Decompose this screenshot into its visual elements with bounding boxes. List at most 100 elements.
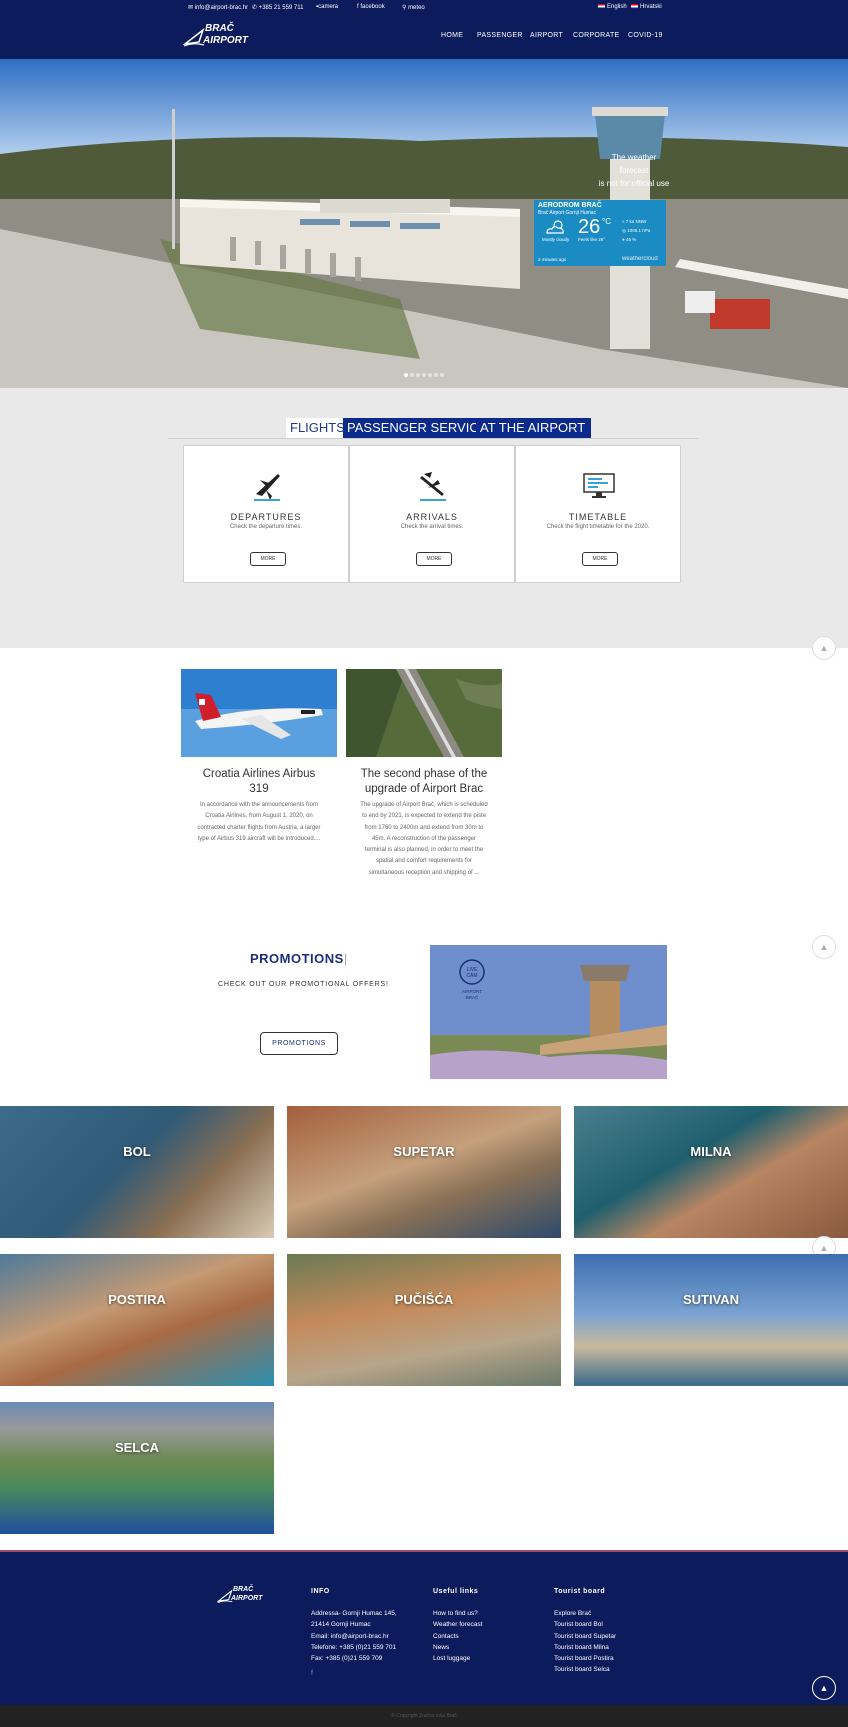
plane-logo-icon: [183, 27, 205, 47]
destination-bol[interactable]: BOL: [0, 1106, 274, 1238]
weather-station: AERODROM BRAČ: [538, 202, 602, 209]
destination-milna[interactable]: MILNA: [574, 1106, 848, 1238]
nav-covid[interactable]: COVID-19: [628, 32, 663, 39]
footer-link-contacts[interactable]: Contacts: [433, 1633, 459, 1640]
slider-dot-3[interactable]: [416, 373, 420, 377]
slider-dot-6[interactable]: [434, 373, 438, 377]
lang-english[interactable]: English: [598, 4, 627, 10]
email-text: info@airport-brac.hr: [194, 5, 249, 11]
meteo-link[interactable]: ⚲ meteo: [402, 4, 425, 11]
footer-email[interactable]: Email: info@airport-brac.hr: [311, 1633, 389, 1640]
weather-disclaimer-line2: is not for official use: [598, 179, 670, 188]
nav-corporate[interactable]: CORPORATE: [573, 32, 620, 39]
facebook-link[interactable]: f facebook: [357, 4, 385, 10]
weather-pressure-value: 1005.1 hPa: [627, 228, 651, 233]
slider-dot-2[interactable]: [410, 373, 414, 377]
weather-humidity-value: 45 %: [625, 237, 637, 242]
promotions-subtitle: CHECK OUT OUR PROMOTIONAL OFFERS!: [218, 981, 389, 988]
card-departures: DEPARTURES Check the departure times. MO…: [183, 445, 349, 583]
footer-tourist-bol[interactable]: Tourist board Bol: [554, 1621, 603, 1628]
destination-supetar[interactable]: SUPETAR: [287, 1106, 561, 1238]
scroll-top-icon[interactable]: ▲: [812, 636, 836, 660]
news-upgrade-line: to end by 2021, is expected to extend th…: [361, 813, 487, 820]
logo-line1: BRAČ: [205, 23, 234, 34]
promotions-title: PROMOTIONS|: [250, 951, 348, 966]
news-title-upgrade[interactable]: The second phase of the upgrade of Airpor…: [346, 767, 502, 797]
footer-link-find-us[interactable]: How to find us?: [433, 1610, 478, 1617]
destination-sutivan[interactable]: SUTIVAN: [574, 1254, 848, 1386]
tab-flights[interactable]: FLIGHTS: [286, 418, 349, 438]
news-airbus-line: In accordance with the announcements fro…: [199, 802, 319, 808]
site-logo[interactable]: BRAČ AIRPORT: [183, 22, 249, 50]
tab-at-the-airport[interactable]: AT THE AIRPORT: [476, 418, 592, 438]
nav-airport[interactable]: AIRPORT: [530, 32, 563, 39]
footer-telephone: Telefone: +385 (0)21 559 701: [311, 1643, 397, 1651]
phone-link[interactable]: ✆ +385 21 559 711: [252, 4, 303, 11]
slider-dot-5[interactable]: [428, 373, 432, 377]
slider-dot-7[interactable]: [440, 373, 444, 377]
email-link[interactable]: ✉ info@airport-brac.hr: [188, 4, 248, 11]
copyright-bar: © Copyright Zračna luka Brač: [0, 1705, 848, 1727]
footer-tourist-postira[interactable]: Tourist board Postira: [554, 1655, 614, 1662]
news-title-airbus-line2: 319: [249, 783, 269, 795]
destination-selca-label: SELCA: [114, 1440, 160, 1455]
footer-logo[interactable]: BRAČ AIRPORT: [217, 1586, 267, 1608]
footer-info: Addressa- Gornji Humac 145, 21414 Gornji…: [311, 1608, 397, 1664]
footer-facebook-icon[interactable]: f: [311, 1670, 313, 1677]
card-arrivals-desc: Check the arrival times.: [400, 524, 464, 530]
promotions-button[interactable]: PROMOTIONS: [260, 1032, 338, 1055]
footer-logo-line1: BRAČ: [233, 1586, 254, 1593]
destination-pucisca-label: PUČIŠĆA: [394, 1292, 454, 1307]
news-airbus-line: type of Airbus 319 aircraft will be intr…: [197, 835, 321, 842]
nav-passenger[interactable]: PASSENGER: [477, 32, 523, 39]
nav-home[interactable]: HOME: [441, 32, 463, 39]
news-upgrade-line: 45m. A reconstruction of the passenger: [371, 835, 477, 842]
arrivals-more-button[interactable]: MORE: [416, 552, 452, 566]
footer-link-lost-luggage[interactable]: Lost luggage: [433, 1655, 470, 1662]
slider-dot-1[interactable]: [404, 373, 408, 377]
weather-updated: 2 minutes ago: [538, 257, 567, 262]
footer-tourist-milna[interactable]: Tourist board Milna: [554, 1644, 609, 1651]
footer-tourist-links: Explore Brač Tourist board Bol Tourist b…: [554, 1608, 616, 1676]
card-timetable-desc: Check the flight timetable for the 2020.: [546, 524, 650, 530]
cloud-sun-icon: [546, 220, 564, 234]
lang-english-label: English: [607, 4, 627, 11]
back-to-top-icon[interactable]: ▲: [812, 1676, 836, 1700]
card-departures-desc: Check the departure times.: [229, 524, 303, 530]
weather-pressure: ◎ 1005.1 hPa: [622, 228, 650, 234]
news-excerpt-airbus: In accordance with the announcements fro…: [181, 800, 337, 845]
card-arrivals: ARRIVALS Check the arrival times. MORE: [349, 445, 515, 583]
promo-livecam-image[interactable]: LIVE CAM AIRPORT BRAČ: [430, 945, 667, 1079]
destination-pucisca[interactable]: PUČIŠĆA: [287, 1254, 561, 1386]
news-title-upgrade-line2: upgrade of Airport Brac: [364, 783, 484, 795]
weather-widget[interactable]: AERODROM BRAČ Brač Airport Gornji Humac …: [534, 200, 666, 266]
footer-link-news[interactable]: News: [433, 1644, 449, 1651]
destination-supetar-label: SUPETAR: [393, 1144, 455, 1159]
footer-link-weather[interactable]: Weather forecast: [433, 1621, 482, 1628]
promotions-title-text: PROMOTIONS: [250, 951, 344, 966]
lang-croatian[interactable]: Hrvatski: [631, 4, 662, 10]
footer-tourist-selca[interactable]: Tourist board Selca: [554, 1666, 610, 1673]
hero-slider[interactable]: The weather forecast is not for official…: [0, 59, 848, 388]
camera-link[interactable]: ▪camera: [316, 4, 338, 10]
footer-tourist-explore[interactable]: Explore Brač: [554, 1610, 591, 1617]
news-image-runway[interactable]: [346, 669, 502, 757]
footer-tourist-supetar[interactable]: Tourist board Supetar: [554, 1633, 616, 1640]
slider-dot-4[interactable]: [422, 373, 426, 377]
destination-selca[interactable]: SELCA: [0, 1402, 274, 1534]
news-title-airbus[interactable]: Croatia Airlines Airbus 319: [181, 767, 337, 797]
news-excerpt-upgrade: The upgrade of Airport Brač, which is sc…: [346, 800, 502, 879]
news-image-airbus[interactable]: [181, 669, 337, 757]
destination-milna-label: MILNA: [690, 1144, 732, 1159]
weather-temp: 26: [578, 216, 601, 238]
news-upgrade-line: spatial and comfort requirements for: [375, 858, 473, 865]
lang-croatian-label: Hrvatski: [640, 4, 662, 11]
destination-postira[interactable]: POSTIRA: [0, 1254, 274, 1386]
weathercloud-brand: weathercloud: [622, 256, 658, 262]
scroll-top-icon[interactable]: ▲: [812, 935, 836, 959]
tabs-divider: [168, 438, 698, 439]
timetable-more-button[interactable]: MORE: [582, 552, 618, 566]
departures-more-button[interactable]: MORE: [250, 552, 286, 566]
top-header: ✉ info@airport-brac.hr ✆ +385 21 559 711…: [0, 0, 848, 59]
news-airbus-line: Croatia Airlines, from August 1, 2020, o…: [205, 813, 313, 820]
